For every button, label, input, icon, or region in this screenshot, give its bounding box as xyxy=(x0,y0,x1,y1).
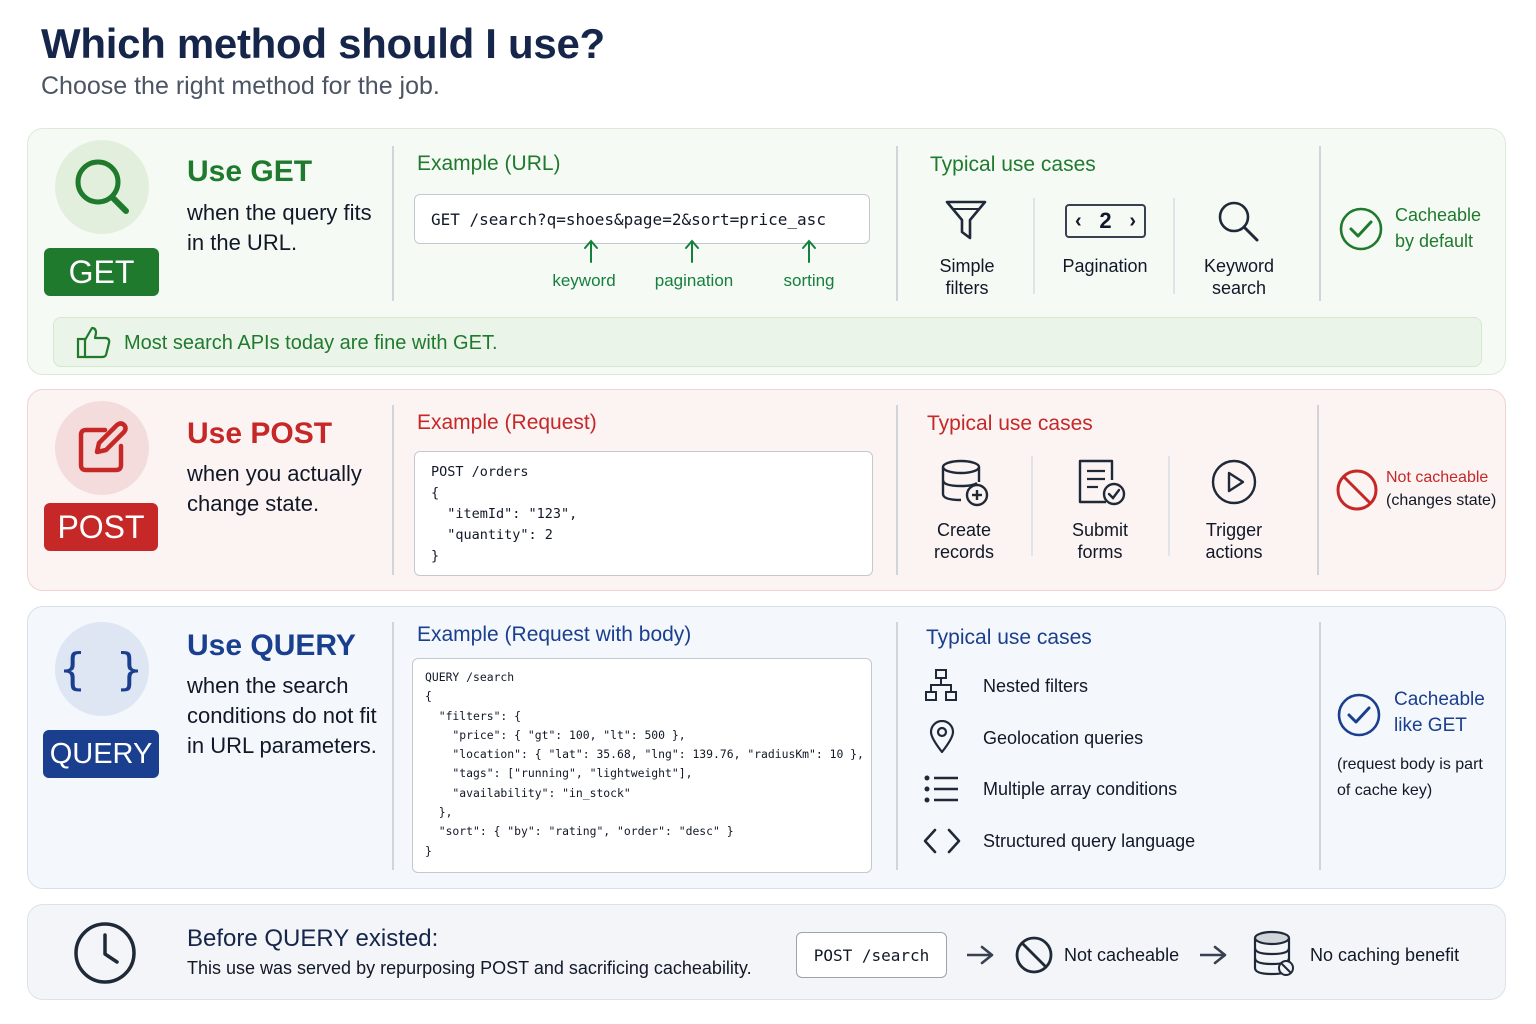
use-case-simple-filters: Simple filters xyxy=(939,256,995,298)
post-description: when you actually change state. xyxy=(187,461,362,516)
before-description: This use was served by repurposing POST … xyxy=(187,958,752,978)
location-pin-icon xyxy=(929,720,955,754)
play-circle-icon xyxy=(1211,459,1257,505)
page-subtitle: Choose the right method for the job. xyxy=(41,72,440,100)
use-case-create-records: Create records xyxy=(933,520,995,562)
post-example-code: POST /orders { "itemId": "123", "quantit… xyxy=(414,451,873,576)
get-cache-text: Cacheable by default xyxy=(1395,205,1482,251)
query-title: Use QUERY xyxy=(187,629,356,662)
query-description: when the search conditions do not fit in… xyxy=(187,673,377,758)
search-icon xyxy=(75,159,129,214)
use-case-trigger-actions: Trigger actions xyxy=(1205,520,1263,562)
form-check-icon xyxy=(1078,459,1126,506)
list-icon xyxy=(924,775,958,803)
annotation-pagination: pagination xyxy=(654,271,734,290)
no-entry-icon xyxy=(1336,469,1378,511)
before-title: Before QUERY existed: xyxy=(187,925,439,952)
no-entry-icon xyxy=(1015,936,1053,974)
post-cache-note: (changes state) xyxy=(1386,492,1497,509)
use-case-geolocation-queries: Geolocation queries xyxy=(983,728,1144,748)
use-case-pagination: Pagination xyxy=(1062,256,1148,276)
annotation-sorting: sorting xyxy=(783,271,835,290)
braces-icon: { } xyxy=(55,622,149,716)
query-use-cases-label: Typical use cases xyxy=(926,626,1092,649)
filter-icon xyxy=(945,200,987,240)
post-example-label: Example (Request) xyxy=(417,411,597,434)
annotation-arrows xyxy=(584,239,816,263)
pagination-icon: ‹ 2 › xyxy=(1065,204,1146,238)
thumbs-up-icon xyxy=(76,326,111,359)
check-circle-icon xyxy=(1337,693,1381,737)
post-badge: POST xyxy=(44,503,158,551)
get-use-cases-label: Typical use cases xyxy=(930,153,1096,176)
get-icon-circle xyxy=(55,140,149,234)
get-description: when the query fits in the URL. xyxy=(187,200,372,255)
query-cache-text: Cacheable like GET xyxy=(1394,689,1485,736)
check-circle-icon xyxy=(1339,207,1383,251)
post-cache-text: Not cacheable xyxy=(1386,469,1489,486)
flow-no-caching-benefit: No caching benefit xyxy=(1310,945,1460,965)
code-icon xyxy=(923,828,961,854)
query-example-code: QUERY /search { "filters": { "price": { … xyxy=(412,658,872,873)
use-case-structured-query-language: Structured query language xyxy=(983,831,1196,851)
post-use-cases-label: Typical use cases xyxy=(927,412,1093,435)
edit-icon xyxy=(78,421,128,473)
arrow-right-icon xyxy=(1200,945,1227,965)
post-title: Use POST xyxy=(187,417,333,450)
page-title: Which method should I use? xyxy=(41,20,605,67)
flow-code-post-search: POST /search xyxy=(796,932,947,978)
database-icon xyxy=(1253,930,1294,976)
hierarchy-icon xyxy=(925,669,957,701)
use-case-multiple-array-conditions: Multiple array conditions xyxy=(983,779,1178,799)
get-example-label: Example (URL) xyxy=(417,152,561,175)
query-cache-note: (request body is part of cache key) xyxy=(1337,756,1483,799)
use-case-nested-filters: Nested filters xyxy=(983,676,1089,696)
get-tip-text: Most search APIs today are fine with GET… xyxy=(124,332,498,354)
flow-not-cacheable: Not cacheable xyxy=(1064,945,1180,965)
clock-icon xyxy=(74,922,136,984)
arrow-right-icon xyxy=(967,945,994,965)
annotation-keyword: keyword xyxy=(552,271,616,290)
use-case-keyword-search: Keyword search xyxy=(1203,256,1275,298)
database-add-icon xyxy=(941,459,989,507)
post-icon-circle xyxy=(55,401,149,495)
use-case-submit-forms: Submit forms xyxy=(1071,520,1129,562)
get-badge: GET xyxy=(44,248,159,296)
query-badge: QUERY xyxy=(43,730,159,778)
get-title: Use GET xyxy=(187,155,313,188)
query-example-label: Example (Request with body) xyxy=(417,623,692,646)
search-icon xyxy=(1218,201,1259,242)
